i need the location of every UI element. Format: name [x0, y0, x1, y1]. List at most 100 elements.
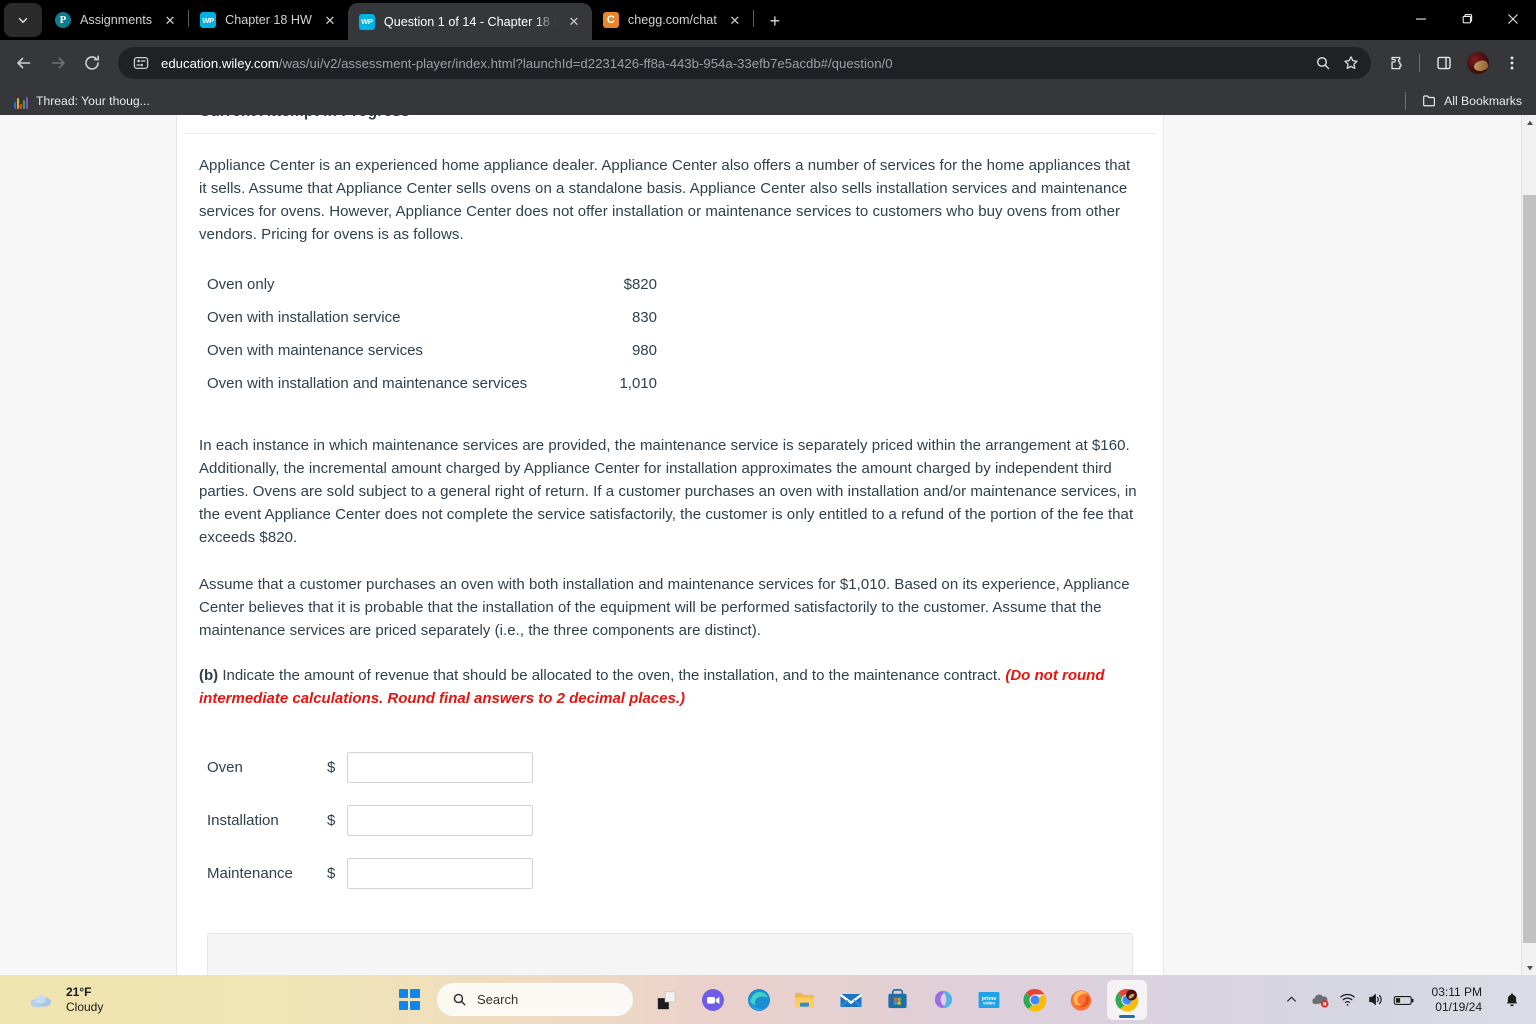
volume-icon[interactable] [1362, 980, 1390, 1020]
firefox-icon[interactable] [1061, 980, 1101, 1020]
all-bookmarks-button[interactable]: All Bookmarks [1416, 91, 1528, 110]
bell-icon[interactable] [1498, 980, 1526, 1020]
omnibox-actions [1309, 49, 1365, 77]
pricing-table: Oven only $820 Oven with installation se… [207, 268, 657, 400]
extensions-icon[interactable] [1381, 47, 1413, 79]
tab-divider [752, 10, 754, 27]
start-button[interactable] [389, 980, 429, 1020]
pearson-p-icon: P [55, 12, 71, 28]
search-icon[interactable] [1309, 49, 1337, 77]
oven-amount-input[interactable] [347, 752, 533, 783]
chegg-c-icon: C [602, 12, 619, 28]
task-view-icon[interactable] [647, 980, 687, 1020]
answer-row-installation: Installation $ [207, 805, 1141, 836]
minimize-icon[interactable] [1398, 0, 1444, 38]
toolbar-divider [1419, 54, 1420, 72]
browser-tab-chegg-chat[interactable]: C chegg.com/chat ✕ [591, 3, 753, 37]
currency-symbol: $ [327, 865, 336, 882]
close-icon[interactable]: ✕ [564, 12, 584, 32]
currency-symbol: $ [327, 812, 336, 829]
answer-row-maintenance: Maintenance $ [207, 858, 1141, 889]
price-label: Oven with maintenance services [207, 342, 423, 359]
bookmarks-divider [1405, 91, 1407, 110]
hint-panel[interactable] [207, 933, 1133, 975]
close-icon[interactable]: ✕ [320, 10, 340, 30]
answer-row-oven: Oven $ [207, 752, 1141, 783]
table-row: Oven with maintenance services 980 [207, 334, 657, 367]
prime-video-icon[interactable]: prime video [969, 980, 1009, 1020]
clock-time: 03:11 PM [1431, 984, 1482, 999]
price-amount: 980 [631, 342, 657, 359]
tab-search-chevron-icon[interactable] [4, 3, 42, 37]
office-icon[interactable] [923, 980, 963, 1020]
browser-tab-assignments[interactable]: P Assignments ✕ [44, 3, 189, 37]
table-row: Oven only $820 [207, 268, 657, 301]
browser-window: P Assignments ✕ WP Chapter 18 HW ✕ WP Qu… [0, 0, 1536, 975]
zoom-icon[interactable] [693, 980, 733, 1020]
battery-icon[interactable] [1390, 980, 1418, 1020]
wifi-icon[interactable] [1334, 980, 1362, 1020]
weather-condition: Cloudy [66, 999, 104, 1014]
close-icon[interactable]: ✕ [160, 10, 180, 30]
edge-icon[interactable] [739, 980, 779, 1020]
address-bar[interactable]: education.wiley.com/was/ui/v2/assessment… [118, 47, 1371, 79]
chrome-active-icon[interactable] [1107, 979, 1147, 1020]
answer-label: Oven [207, 759, 243, 776]
mail-icon[interactable] [831, 980, 871, 1020]
page-content: Current Attempt in Progress Appliance Ce… [0, 115, 1521, 975]
navigation-toolbar: education.wiley.com/was/ui/v2/assessment… [0, 40, 1536, 86]
windows-logo-icon [398, 989, 420, 1010]
answer-label: Maintenance [207, 865, 293, 882]
clock[interactable]: 03:11 PM 01/19/24 [1426, 982, 1488, 1018]
search-input[interactable]: Search [437, 983, 633, 1016]
paragraph-intro: Appliance Center is an experienced home … [199, 157, 1131, 243]
maintenance-amount-input[interactable] [347, 858, 533, 889]
new-tab-button[interactable]: + [761, 7, 789, 35]
question-body: Appliance Center is an experienced home … [177, 134, 1163, 975]
scroll-down-icon[interactable] [1522, 960, 1536, 975]
browser-tab-chapter-18-hw[interactable]: WP Chapter 18 HW ✕ [189, 3, 348, 37]
tab-title: Assignments [80, 13, 153, 27]
weather-widget[interactable]: 21°F Cloudy [18, 982, 111, 1018]
price-label: Oven with installation and maintenance s… [207, 375, 528, 392]
maximize-icon[interactable] [1444, 0, 1490, 38]
avatar[interactable] [1462, 47, 1494, 79]
price-label: Oven only [207, 276, 275, 293]
scroll-up-icon[interactable] [1522, 115, 1536, 130]
browser-tab-question-1-of-14[interactable]: WP Question 1 of 14 - Chapter 18 H ✕ [347, 3, 592, 40]
side-panel-icon[interactable] [1428, 47, 1460, 79]
tab-title: chegg.com/chat [627, 13, 717, 27]
back-icon[interactable] [8, 47, 40, 79]
bookmark-item[interactable]: Thread: Your thoug... [6, 90, 157, 112]
cloud-icon [26, 985, 56, 1015]
file-explorer-icon[interactable] [785, 980, 825, 1020]
page-viewport: Current Attempt in Progress Appliance Ce… [0, 115, 1536, 975]
installation-amount-input[interactable] [347, 805, 533, 836]
close-icon[interactable] [1490, 0, 1536, 38]
close-icon[interactable]: ✕ [725, 10, 745, 30]
system-tray: 03:11 PM 01/19/24 [1278, 975, 1526, 1024]
chrome-icon[interactable] [1015, 980, 1055, 1020]
onedrive-error-icon[interactable] [1306, 980, 1334, 1020]
reload-icon[interactable] [76, 47, 108, 79]
table-row: Oven with installation service 830 [207, 301, 657, 334]
page-scrollbar[interactable] [1521, 115, 1536, 975]
window-controls [1398, 0, 1536, 38]
site-settings-icon[interactable] [132, 54, 150, 72]
scrollbar-thumb[interactable] [1523, 195, 1536, 943]
bookmark-star-icon[interactable] [1337, 49, 1365, 77]
weather-temperature: 21°F [66, 984, 92, 999]
table-row: Oven with installation and maintenance s… [207, 367, 657, 400]
price-amount: $820 [623, 276, 657, 293]
clock-date: 01/19/24 [1435, 999, 1482, 1014]
search-icon [453, 993, 466, 1006]
microsoft-store-icon[interactable] [877, 980, 917, 1020]
taskbar-center: Search prime video [389, 979, 1147, 1020]
chevron-up-icon[interactable] [1278, 980, 1306, 1020]
url-text: education.wiley.com/was/ui/v2/assessment… [161, 56, 1309, 71]
currency-symbol: $ [327, 759, 336, 776]
forward-icon[interactable] [42, 47, 74, 79]
bar-chart-icon [13, 93, 29, 109]
chrome-menu-icon[interactable] [1496, 47, 1528, 79]
question-part-label: (b) [199, 667, 219, 684]
